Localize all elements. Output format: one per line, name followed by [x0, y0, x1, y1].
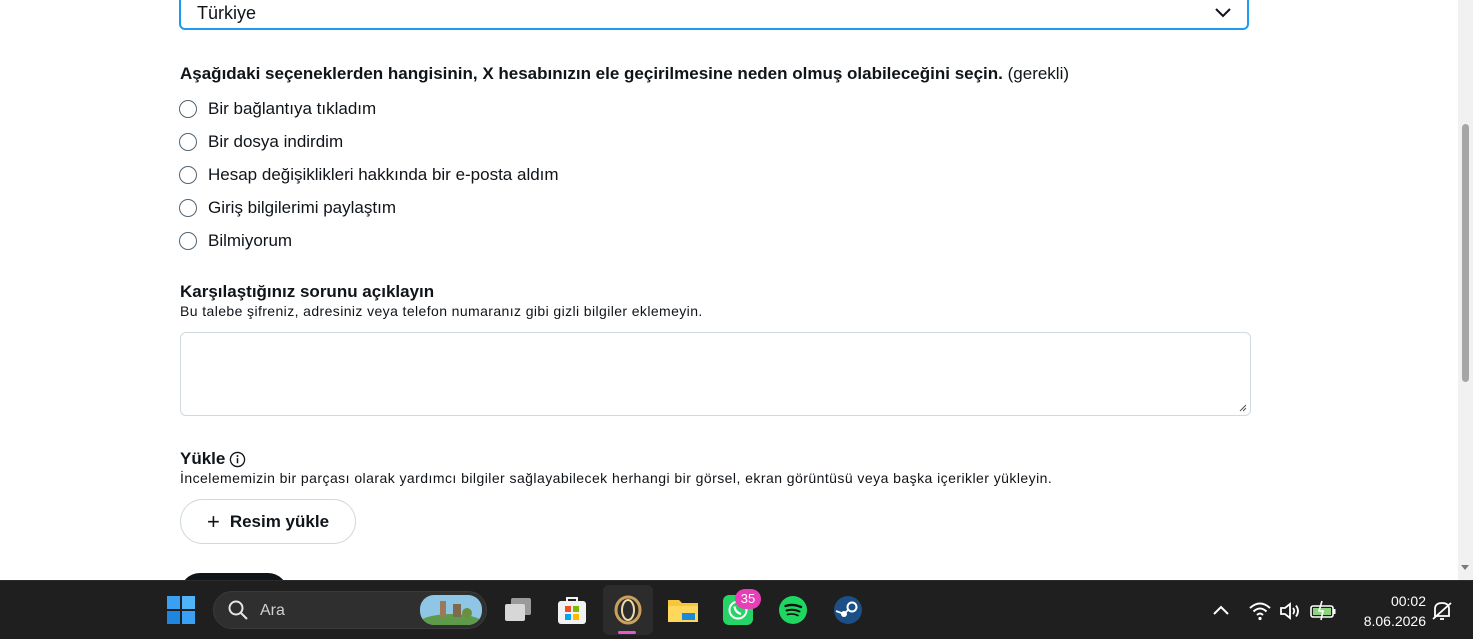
radio-option-shared-credentials[interactable]: Giriş bilgilerimi paylaştım — [179, 197, 396, 219]
chevron-down-icon — [1215, 8, 1231, 18]
start-button[interactable] — [161, 590, 201, 630]
radio-option-label: Bilmiyorum — [208, 231, 293, 250]
start-icon — [167, 596, 195, 624]
radio-button[interactable] — [179, 232, 197, 250]
scroll-down-arrow-icon[interactable] — [1461, 565, 1469, 570]
upload-image-button[interactable]: + Resim yükle — [180, 499, 356, 544]
resize-handle-icon[interactable] — [1239, 404, 1247, 412]
task-view-icon — [505, 598, 531, 621]
compromise-question: Aşağıdaki seçeneklerden hangisinin, X he… — [180, 63, 1069, 85]
upload-title-text: Yükle — [180, 449, 226, 468]
spotify-icon — [779, 596, 807, 624]
radio-option-label: Bir dosya indirdim — [208, 132, 344, 151]
opera-gx-button[interactable] — [608, 590, 648, 630]
radio-option-clicked-link[interactable]: Bir bağlantıya tıkladım — [179, 98, 376, 120]
upload-button-label: Resim yükle — [229, 511, 330, 531]
steam-button[interactable] — [828, 590, 868, 630]
wifi-icon[interactable] — [1248, 599, 1272, 623]
plus-icon: + — [206, 508, 220, 534]
radio-button[interactable] — [179, 166, 197, 184]
radio-option-received-email[interactable]: Hesap değişiklikleri hakkında bir e-post… — [179, 164, 559, 186]
whatsapp-unread-badge: 35 — [735, 589, 761, 609]
describe-title: Karşılaştığınız sorunu açıklayın — [180, 282, 435, 301]
submit-button[interactable] — [180, 573, 288, 580]
microsoft-store-button[interactable] — [552, 590, 592, 630]
task-view-button[interactable] — [498, 590, 538, 630]
issue-description-textarea[interactable] — [180, 332, 1251, 416]
file-explorer-button[interactable] — [663, 590, 703, 630]
search-highlight-image — [420, 595, 482, 625]
spotify-button[interactable] — [773, 590, 813, 630]
radio-option-label: Giriş bilgilerimi paylaştım — [208, 198, 396, 217]
scrollbar-thumb[interactable] — [1462, 124, 1469, 382]
taskbar: Ara 35 00:02 8.06.2026 — [0, 580, 1473, 639]
radio-option-dont-know[interactable]: Bilmiyorum — [179, 230, 292, 252]
opera-gx-icon — [614, 595, 642, 625]
question-text: Aşağıdaki seçeneklerden hangisinin, X he… — [180, 64, 1003, 83]
steam-icon — [834, 596, 862, 624]
upload-hint: İncelememizin bir parçası olarak yardımc… — [180, 470, 1053, 486]
file-explorer-icon — [668, 600, 698, 622]
country-select-value: Türkiye — [197, 3, 257, 23]
chevron-up-icon[interactable] — [1209, 599, 1233, 623]
upload-section-title: Yükle — [180, 448, 246, 470]
notification-icon[interactable] — [1430, 599, 1454, 623]
required-label: (gerekli) — [1007, 64, 1070, 83]
radio-option-downloaded-file[interactable]: Bir dosya indirdim — [179, 131, 343, 153]
radio-button[interactable] — [179, 133, 197, 151]
battery-charging-icon[interactable] — [1309, 599, 1337, 623]
search-icon — [228, 600, 248, 620]
volume-icon[interactable] — [1278, 599, 1302, 623]
country-select[interactable]: Türkiye — [179, 0, 1249, 30]
support-form-page: Türkiye Aşağıdaki seçeneklerden hangisin… — [0, 0, 1473, 580]
search-placeholder: Ara — [260, 602, 285, 619]
describe-hint: Bu talebe şifreniz, adresiniz veya telef… — [180, 303, 703, 319]
info-icon[interactable] — [229, 451, 246, 468]
system-clock[interactable]: 00:02 8.06.2026 — [1350, 591, 1426, 631]
radio-option-label: Bir bağlantıya tıkladım — [208, 99, 377, 118]
radio-option-label: Hesap değişiklikleri hakkında bir e-post… — [208, 165, 559, 184]
radio-button[interactable] — [179, 100, 197, 118]
taskbar-search[interactable]: Ara — [213, 591, 487, 629]
page-scrollbar[interactable] — [1458, 0, 1473, 580]
clock-time: 00:02 — [1390, 593, 1426, 609]
radio-button[interactable] — [179, 199, 197, 217]
clock-date: 8.06.2026 — [1363, 613, 1426, 629]
active-app-indicator — [618, 631, 636, 634]
microsoft-store-icon — [558, 597, 586, 624]
